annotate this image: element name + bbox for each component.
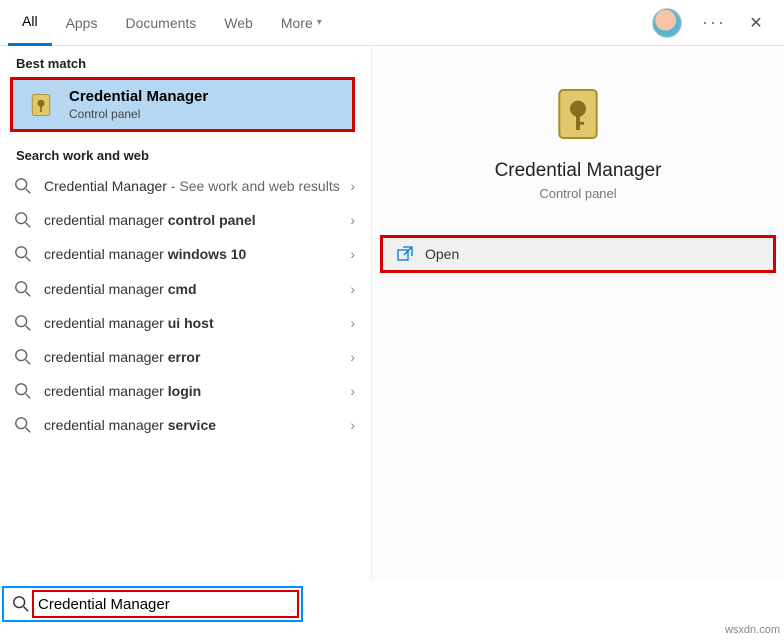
open-button[interactable]: Open — [383, 238, 773, 270]
open-label: Open — [425, 246, 459, 262]
search-icon — [12, 595, 30, 613]
search-icon — [14, 348, 32, 366]
suggestion-item[interactable]: credential manager service› — [0, 408, 371, 442]
suggestions-list: Credential Manager - See work and web re… — [0, 169, 371, 443]
suggestion-item[interactable]: Credential Manager - See work and web re… — [0, 169, 371, 203]
suggestion-item[interactable]: credential manager error› — [0, 340, 371, 374]
chevron-right-icon: › — [350, 178, 355, 194]
chevron-right-icon: › — [350, 246, 355, 262]
suggestion-text: credential manager service — [44, 416, 350, 434]
open-highlight: Open — [380, 235, 776, 273]
user-avatar[interactable] — [652, 8, 682, 38]
search-icon — [14, 416, 32, 434]
chevron-right-icon: › — [350, 212, 355, 228]
suggestion-text: credential manager login — [44, 382, 350, 400]
credential-manager-icon — [27, 91, 55, 119]
tab-web[interactable]: Web — [210, 0, 267, 46]
tab-apps[interactable]: Apps — [52, 0, 112, 46]
watermark: wsxdn.com — [725, 624, 780, 636]
tab-documents[interactable]: Documents — [111, 0, 210, 46]
search-bar[interactable] — [2, 586, 303, 622]
chevron-right-icon: › — [350, 349, 355, 365]
suggestion-text: credential manager windows 10 — [44, 245, 350, 263]
suggestion-text: credential manager error — [44, 348, 350, 366]
suggestion-text: Credential Manager - See work and web re… — [44, 177, 350, 195]
suggestion-text: credential manager control panel — [44, 211, 350, 229]
chevron-down-icon: ▾ — [317, 17, 322, 28]
tab-more-label: More — [281, 15, 313, 31]
chevron-right-icon: › — [350, 383, 355, 399]
open-icon — [397, 246, 413, 262]
search-icon — [14, 382, 32, 400]
best-match-result[interactable]: Credential Manager Control panel — [10, 77, 355, 132]
search-tabs: All Apps Documents Web More ▾ ··· ✕ — [0, 0, 784, 46]
more-options-button[interactable]: ··· — [692, 12, 736, 33]
suggestion-item[interactable]: credential manager login› — [0, 374, 371, 408]
chevron-right-icon: › — [350, 281, 355, 297]
tab-more[interactable]: More ▾ — [267, 0, 336, 46]
best-match-subtitle: Control panel — [69, 107, 208, 121]
chevron-right-icon: › — [350, 417, 355, 433]
suggestion-text: credential manager ui host — [44, 314, 350, 332]
suggestion-text: credential manager cmd — [44, 280, 350, 298]
preview-subtitle: Control panel — [539, 186, 616, 201]
tab-all[interactable]: All — [8, 0, 52, 46]
search-icon — [14, 314, 32, 332]
suggestion-item[interactable]: credential manager windows 10› — [0, 237, 371, 271]
preview-credential-manager-icon — [546, 82, 610, 146]
preview-title: Credential Manager — [495, 160, 662, 182]
search-icon — [14, 245, 32, 263]
section-search-web: Search work and web — [0, 138, 371, 169]
chevron-right-icon: › — [350, 315, 355, 331]
suggestion-item[interactable]: credential manager ui host› — [0, 306, 371, 340]
search-input[interactable] — [38, 596, 293, 613]
preview-actions: Open — [372, 235, 784, 273]
close-button[interactable]: ✕ — [736, 13, 776, 33]
search-icon — [14, 177, 32, 195]
search-icon — [14, 211, 32, 229]
preview-panel: Credential Manager Control panel Open — [371, 46, 784, 582]
best-match-title: Credential Manager — [69, 88, 208, 105]
main-area: Best match Credential Manager Control pa… — [0, 46, 784, 582]
suggestion-item[interactable]: credential manager cmd› — [0, 272, 371, 306]
results-panel: Best match Credential Manager Control pa… — [0, 46, 371, 582]
search-icon — [14, 280, 32, 298]
suggestion-item[interactable]: credential manager control panel› — [0, 203, 371, 237]
section-best-match: Best match — [0, 46, 371, 77]
